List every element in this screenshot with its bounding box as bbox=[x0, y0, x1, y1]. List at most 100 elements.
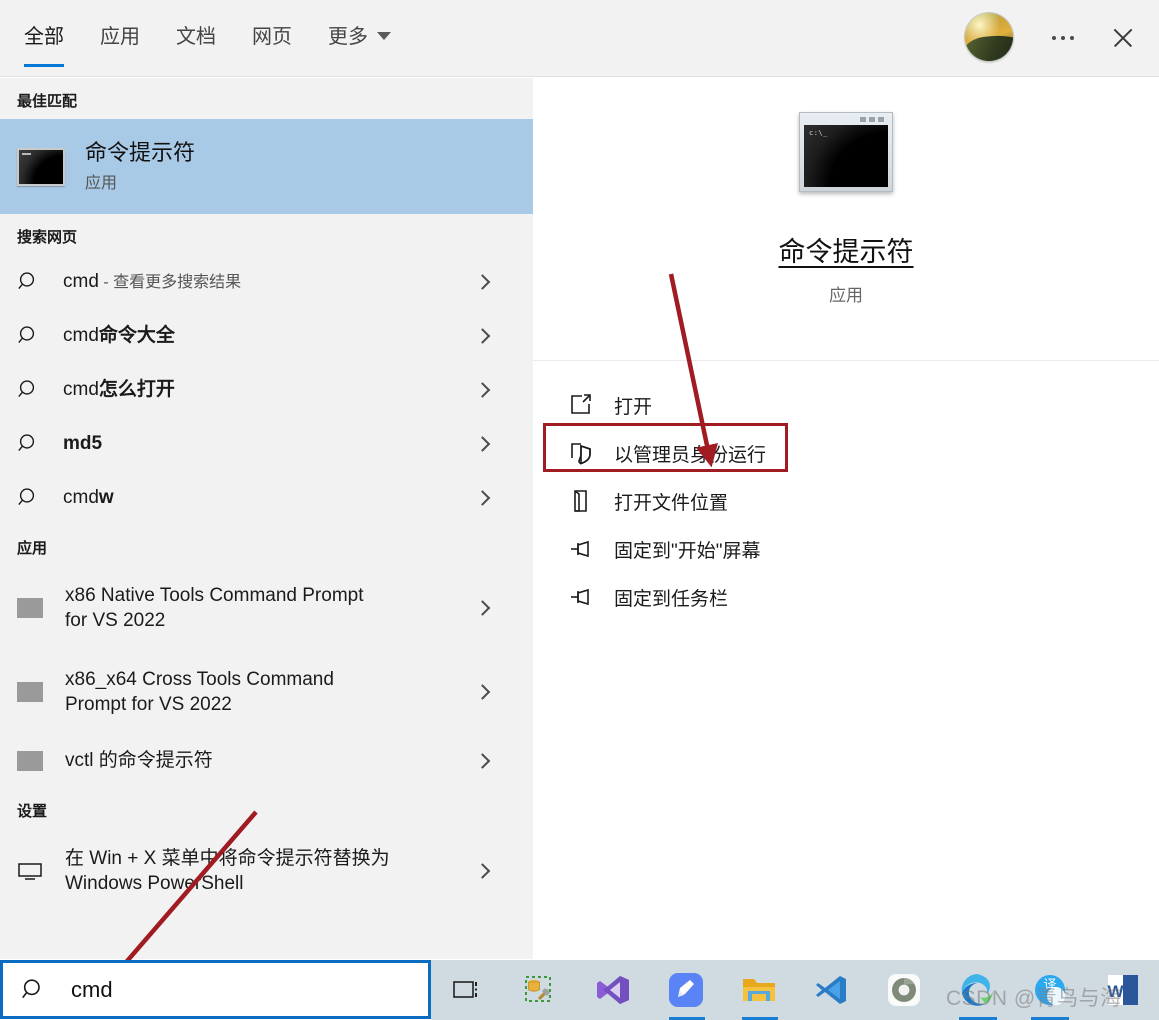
command-prompt-icon bbox=[17, 598, 43, 618]
settings-result-label: 在 Win + X 菜单中将命令提示符替换为 Windows PowerShel… bbox=[65, 847, 390, 894]
command-prompt-icon bbox=[17, 147, 65, 186]
search-flyout-window: 全部 应用 文档 网页 更多 最佳匹配 命令提示符 应用 搜索网页 cmd - … bbox=[0, 0, 1159, 1020]
tab-web-label: 网页 bbox=[252, 26, 292, 48]
apps-section-title: 应用 bbox=[17, 540, 48, 557]
app-result-label: x86 Native Tools Command Prompt for VS 2… bbox=[65, 584, 364, 631]
tab-all-label: 全部 bbox=[24, 26, 64, 48]
action-item[interactable]: 固定到"开始"屏幕 bbox=[533, 525, 1159, 573]
search-icon bbox=[18, 488, 35, 506]
app-result-item[interactable]: x86 Native Tools Command Prompt for VS 2… bbox=[0, 566, 533, 650]
preview-pane: c:\_ 命令提示符 应用 打开以管理员身份运行打开文件位置固定到"开始"屏幕固… bbox=[533, 78, 1159, 959]
tab-more[interactable]: 更多 bbox=[328, 20, 391, 67]
app-result-label: x86_x64 Cross Tools Command Prompt for V… bbox=[65, 668, 334, 715]
action-list: 打开以管理员身份运行打开文件位置固定到"开始"屏幕 固定到任务栏 bbox=[533, 361, 1159, 621]
chevron-right-icon bbox=[474, 863, 491, 879]
web-result-item[interactable]: md5 bbox=[0, 417, 533, 471]
web-result-item[interactable]: cmd - 查看更多搜索结果 bbox=[0, 255, 533, 309]
web-section-title: 搜索网页 bbox=[17, 229, 78, 246]
search-icon bbox=[22, 978, 40, 998]
console-prompt-text: c:\_ bbox=[809, 129, 828, 137]
settings-result-item[interactable]: 在 Win + X 菜单中将命令提示符替换为 Windows PowerShel… bbox=[0, 829, 533, 913]
best-match-result[interactable]: 命令提示符 应用 bbox=[0, 119, 533, 214]
open-icon bbox=[571, 394, 591, 414]
pen-app-icon bbox=[668, 973, 703, 1007]
chevron-right-icon bbox=[474, 274, 491, 290]
watermark: CSDN @青鸟与海 bbox=[946, 987, 1122, 1010]
monitor-icon bbox=[18, 863, 42, 880]
taskbar-visual-studio-button[interactable] bbox=[577, 960, 650, 1020]
action-item[interactable]: 固定到任务栏 bbox=[533, 573, 1159, 621]
search-icon bbox=[18, 434, 35, 452]
results-pane: 最佳匹配 命令提示符 应用 搜索网页 cmd - 查看更多搜索结果 cmd命令大全… bbox=[0, 78, 533, 959]
web-result-label: cmd - 查看更多搜索结果 bbox=[63, 271, 242, 293]
top-bar: 全部 应用 文档 网页 更多 bbox=[0, 0, 1159, 77]
web-result-label: cmd命令大全 bbox=[63, 325, 175, 347]
search-input-value: cmd bbox=[71, 976, 113, 1002]
search-input[interactable]: cmd bbox=[0, 960, 431, 1019]
shield-icon bbox=[571, 443, 591, 465]
web-result-item[interactable]: cmd怎么打开 bbox=[0, 363, 533, 417]
web-result-item[interactable]: cmdw bbox=[0, 471, 533, 525]
search-icon bbox=[18, 380, 35, 398]
tab-apps[interactable]: 应用 bbox=[100, 20, 140, 67]
app-result-label: vctl 的命令提示符 bbox=[65, 750, 213, 772]
web-results-list: cmd - 查看更多搜索结果 cmd命令大全 cmd怎么打开 md5 cmdw bbox=[0, 255, 533, 525]
action-item[interactable]: 以管理员身份运行 bbox=[533, 429, 1159, 477]
preview-title: 命令提示符 bbox=[778, 237, 914, 267]
app-result-item[interactable]: x86_x64 Cross Tools Command Prompt for V… bbox=[0, 650, 533, 734]
action-item-label: 以管理员身份运行 bbox=[614, 444, 767, 466]
action-item-label: 固定到"开始"屏幕 bbox=[614, 540, 761, 562]
file-explorer-icon bbox=[742, 979, 775, 1001]
chevron-right-icon bbox=[474, 490, 491, 506]
action-item-label: 固定到任务栏 bbox=[614, 588, 729, 610]
action-item[interactable]: 打开文件位置 bbox=[533, 477, 1159, 525]
chevron-right-icon bbox=[474, 328, 491, 344]
tab-web[interactable]: 网页 bbox=[252, 20, 292, 67]
tab-apps-label: 应用 bbox=[100, 26, 140, 48]
tab-strip: 全部 应用 文档 网页 更多 bbox=[24, 20, 427, 67]
task-view-icon bbox=[453, 981, 478, 998]
action-item-label: 打开 bbox=[614, 396, 653, 418]
taskbar-sql-tools-button[interactable] bbox=[504, 960, 577, 1020]
tab-all[interactable]: 全部 bbox=[24, 20, 64, 67]
taskbar-vscode-button[interactable] bbox=[795, 960, 868, 1020]
chrome-icon bbox=[888, 974, 921, 1006]
preview-header: c:\_ 命令提示符 应用 bbox=[533, 78, 1159, 361]
web-result-label: cmdw bbox=[63, 487, 114, 509]
best-match-title: 命令提示符 bbox=[85, 139, 196, 165]
search-icon bbox=[18, 326, 35, 344]
pin-icon bbox=[571, 540, 589, 558]
chevron-right-icon bbox=[474, 600, 491, 616]
command-prompt-icon bbox=[17, 682, 43, 702]
apps-results-list: x86 Native Tools Command Prompt for VS 2… bbox=[0, 566, 533, 788]
best-match-subtitle: 应用 bbox=[85, 175, 118, 193]
settings-section-title: 设置 bbox=[17, 803, 48, 820]
web-result-label: cmd怎么打开 bbox=[63, 379, 175, 401]
taskbar-file-explorer-button[interactable] bbox=[722, 960, 795, 1020]
ellipsis-icon-dot bbox=[1052, 36, 1056, 40]
best-match-section-title: 最佳匹配 bbox=[17, 93, 78, 110]
taskbar-chrome-button[interactable] bbox=[868, 960, 941, 1020]
command-prompt-large-icon: c:\_ bbox=[799, 112, 893, 192]
pin-icon bbox=[571, 588, 589, 606]
taskbar-pen-app-button[interactable] bbox=[649, 960, 722, 1020]
folder-icon bbox=[574, 490, 587, 512]
web-result-label: md5 bbox=[63, 433, 103, 455]
app-result-item[interactable]: vctl 的命令提示符 bbox=[0, 734, 533, 788]
more-options-button[interactable] bbox=[1041, 22, 1085, 54]
close-icon[interactable] bbox=[1101, 16, 1145, 60]
settings-results-list: 在 Win + X 菜单中将命令提示符替换为 Windows PowerShel… bbox=[0, 829, 533, 913]
chevron-right-icon bbox=[474, 382, 491, 398]
tab-documents[interactable]: 文档 bbox=[176, 20, 216, 67]
chevron-down-icon bbox=[377, 31, 391, 40]
chevron-right-icon bbox=[474, 684, 491, 700]
search-icon bbox=[18, 272, 35, 290]
preview-subtitle: 应用 bbox=[829, 286, 863, 305]
action-item[interactable]: 打开 bbox=[533, 381, 1159, 429]
tab-more-label: 更多 bbox=[328, 26, 368, 48]
web-result-item[interactable]: cmd命令大全 bbox=[0, 309, 533, 363]
taskbar-task-view-button[interactable] bbox=[431, 960, 504, 1020]
ellipsis-icon-dot bbox=[1061, 36, 1065, 40]
ellipsis-icon-dot bbox=[1070, 36, 1074, 40]
avatar[interactable] bbox=[965, 13, 1013, 61]
